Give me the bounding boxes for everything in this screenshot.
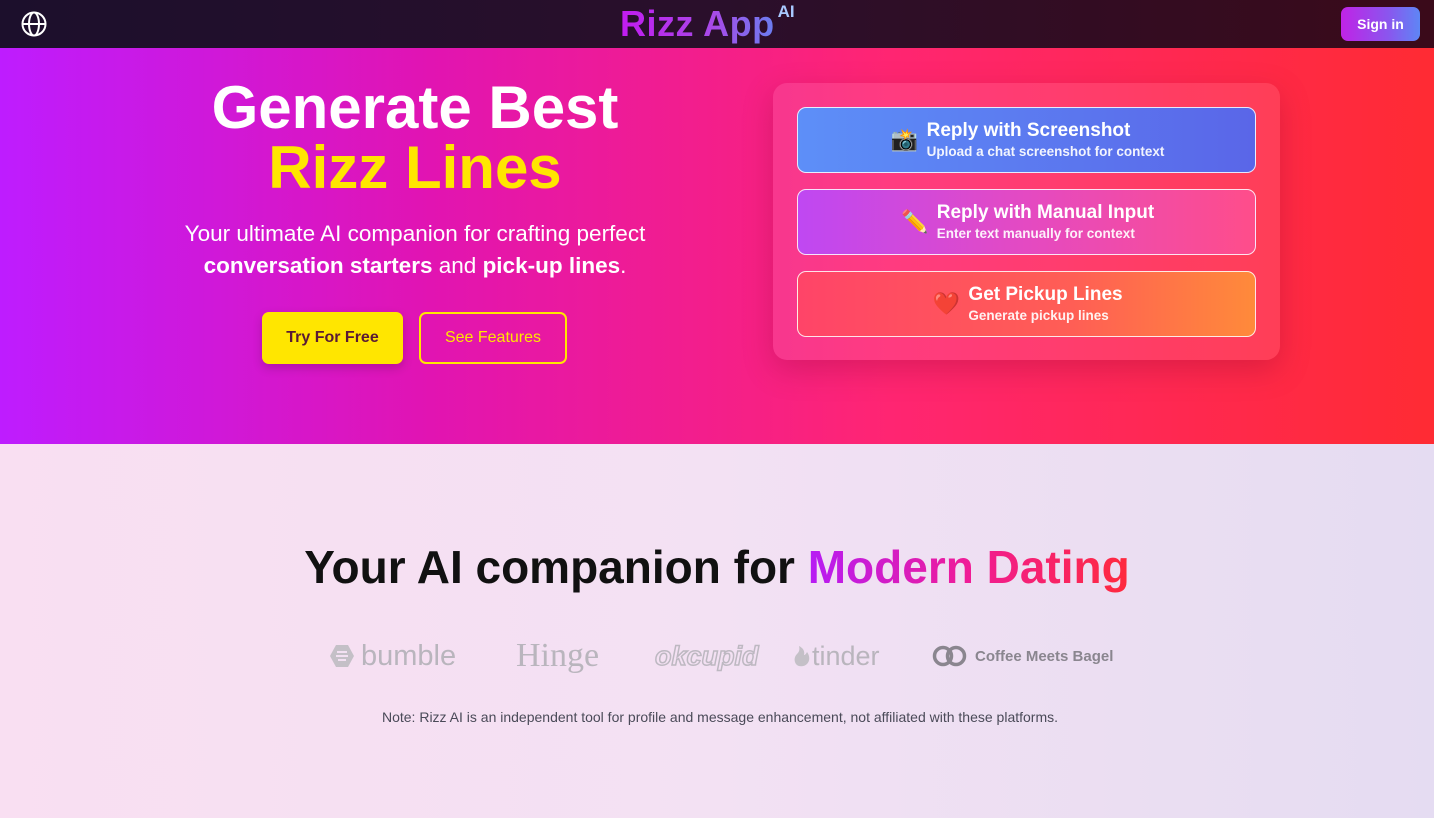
hero-sub-end: .	[620, 253, 627, 278]
companion-title: Your AI companion for Modern Dating	[0, 540, 1434, 594]
hero-title-line1: Generate Best	[211, 74, 619, 141]
option-title: Reply with Screenshot	[926, 119, 1131, 141]
dating-app-logos: bumble Hinge okcupid tinder Coffee Meets…	[0, 636, 1434, 676]
cmb-rings-icon	[932, 645, 967, 667]
okcupid-logo: okcupid	[654, 640, 759, 672]
reply-manual-option[interactable]: ✏️ Reply with Manual Input Enter text ma…	[797, 189, 1256, 255]
options-panel: 📸 Reply with Screenshot Upload a chat sc…	[773, 83, 1280, 360]
companion-title-highlight: Modern Dating	[807, 541, 1130, 593]
hero-sub-bold1: conversation starters	[203, 253, 433, 278]
brand-name: Rizz App	[620, 3, 775, 44]
flame-icon	[794, 646, 810, 667]
option-desc: Generate pickup lines	[968, 307, 1109, 323]
hero-sub-line1: Your ultimate AI companion for crafting …	[184, 221, 646, 246]
hero-section: Generate Best Rizz Lines Your ultimate A…	[0, 48, 1434, 444]
disclaimer-note: Note: Rizz AI is an independent tool for…	[381, 709, 1059, 725]
pickup-lines-option[interactable]: ❤️ Get Pickup Lines Generate pickup line…	[797, 271, 1256, 337]
try-for-free-button[interactable]: Try For Free	[262, 312, 403, 364]
hero-subtitle: Your ultimate AI companion for crafting …	[0, 218, 830, 282]
hero-sub-bold2: pick-up lines	[482, 253, 621, 278]
option-desc: Upload a chat screenshot for context	[926, 143, 1165, 159]
brand-ai-badge: AI	[777, 2, 795, 21]
heart-icon: ❤️	[932, 291, 961, 316]
pencil-icon: ✏️	[901, 209, 929, 234]
bumble-logo: bumble	[329, 636, 456, 676]
companion-title-plain: Your AI companion for	[304, 541, 795, 593]
hinge-logo: Hinge	[516, 637, 600, 674]
bumble-hex-icon	[330, 645, 354, 667]
coffee-meets-bagel-logo: Coffee Meets Bagel	[932, 636, 1113, 676]
hero-sub-and: and	[438, 253, 477, 278]
top-nav: Rizz App AI Sign in	[0, 0, 1434, 48]
see-features-button[interactable]: See Features	[419, 312, 567, 364]
tinder-logo: tinder	[793, 636, 880, 676]
globe-icon[interactable]	[21, 11, 47, 37]
option-title: Get Pickup Lines	[968, 283, 1123, 305]
reply-screenshot-option[interactable]: 📸 Reply with Screenshot Upload a chat sc…	[797, 107, 1256, 173]
option-desc: Enter text manually for context	[936, 225, 1135, 241]
brand-logo[interactable]: Rizz App AI	[620, 2, 795, 44]
companion-section: Your AI companion for Modern Dating bumb…	[0, 444, 1434, 818]
option-title: Reply with Manual Input	[936, 201, 1155, 223]
hero-title: Generate Best Rizz Lines	[0, 78, 830, 198]
hero-title-highlight: Rizz Lines	[268, 134, 562, 201]
sign-in-button[interactable]: Sign in	[1341, 7, 1420, 41]
camera-icon: 📸	[890, 127, 919, 152]
